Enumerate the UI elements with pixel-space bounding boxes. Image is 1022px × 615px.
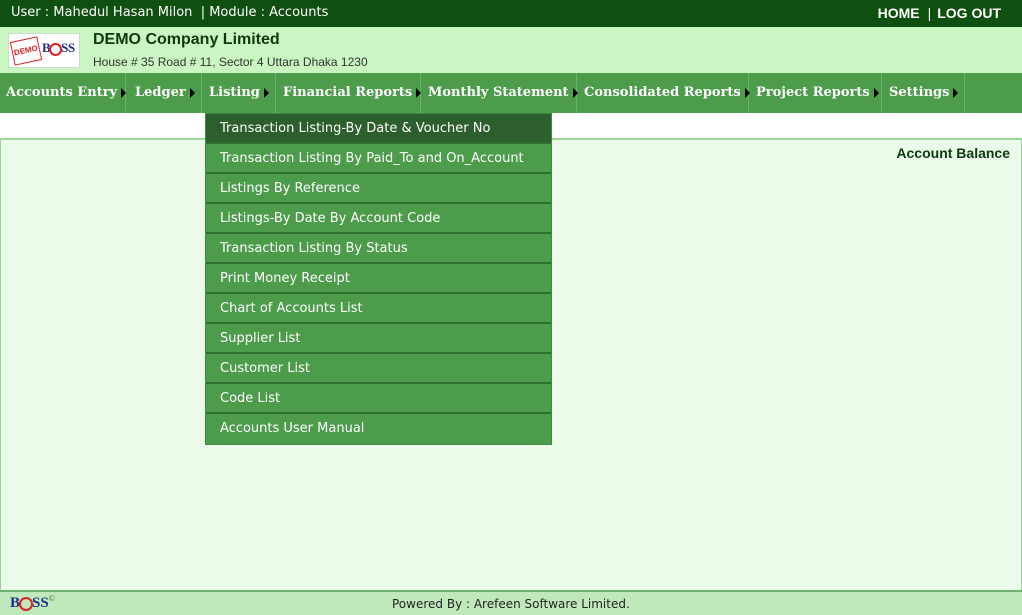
menu-project-reports[interactable]: Project Reports	[749, 73, 882, 113]
home-link[interactable]: HOME	[878, 5, 920, 21]
submenu-arrow-icon	[873, 87, 879, 98]
menu-financial-reports[interactable]: Financial Reports	[276, 73, 422, 113]
menu-listing[interactable]: Listing	[202, 73, 276, 113]
menu-settings[interactable]: Settings	[882, 73, 965, 113]
submenu-arrow-icon	[189, 87, 195, 98]
top-links: HOME | LOG OUT	[878, 5, 1001, 21]
menu-ledger[interactable]: Ledger	[126, 73, 202, 113]
menu-label: Listing	[209, 85, 260, 100]
menu-label: Project Reports	[756, 85, 870, 100]
footer-boss-logo: B SS©	[10, 594, 55, 611]
menu-consolidated-reports[interactable]: Consolidated Reports	[577, 73, 750, 113]
dropdown-item-user-manual[interactable]: Accounts User Manual	[206, 414, 551, 444]
company-address: House # 35 Road # 11, Sector 4 Uttara Dh…	[93, 55, 368, 69]
account-balance-link[interactable]: Account Balance	[896, 145, 1010, 161]
dropdown-item-chart-of-accounts[interactable]: Chart of Accounts List	[206, 294, 551, 324]
dropdown-item-listings-by-account-code[interactable]: Listings-By Date By Account Code	[206, 204, 551, 234]
dropdown-item-code-list[interactable]: Code List	[206, 384, 551, 414]
listing-dropdown: Transaction Listing-By Date & Voucher No…	[205, 113, 552, 445]
company-name: DEMO Company Limited	[93, 31, 280, 48]
submenu-arrow-icon	[263, 87, 269, 98]
dropdown-item-listings-by-reference[interactable]: Listings By Reference	[206, 174, 551, 204]
dropdown-item-transaction-listing-date-voucher[interactable]: Transaction Listing-By Date & Voucher No	[206, 114, 551, 144]
submenu-arrow-icon	[953, 87, 959, 98]
copyright-mark: ©	[48, 594, 55, 603]
demo-stamp: DEMO	[9, 36, 43, 66]
menu-label: Accounts Entry	[6, 85, 118, 100]
menu-label: Financial Reports	[283, 85, 413, 100]
menu-accounts-entry[interactable]: Accounts Entry	[0, 73, 127, 113]
company-logo: DEMO B SS	[8, 33, 80, 68]
main-menu: Accounts Entry Ledger Listing Financial …	[0, 73, 1022, 113]
top-bar: User : Mahedul Hasan Milon | Module : Ac…	[0, 0, 1022, 27]
menu-label: Ledger	[135, 85, 186, 100]
company-header: DEMO B SS DEMO Company Limited House # 35…	[0, 27, 1022, 73]
menu-label: Consolidated Reports	[584, 85, 741, 100]
footer: B SS© Powered By : Arefeen Software Limit…	[0, 590, 1022, 615]
module-label: | Module : Accounts	[200, 5, 329, 20]
powered-by-text: Powered By : Arefeen Software Limited.	[392, 597, 630, 611]
menu-label: Monthly Statement	[428, 85, 569, 100]
menu-label: Settings	[889, 85, 950, 100]
dropdown-item-supplier-list[interactable]: Supplier List	[206, 324, 551, 354]
menu-monthly-statement[interactable]: Monthly Statement	[421, 73, 578, 113]
dropdown-item-print-money-receipt[interactable]: Print Money Receipt	[206, 264, 551, 294]
dropdown-item-transaction-listing-paid-to[interactable]: Transaction Listing By Paid_To and On_Ac…	[206, 144, 551, 174]
boss-logo: B SS	[42, 40, 75, 56]
user-label: User : Mahedul Hasan Milon	[11, 5, 193, 20]
dropdown-item-transaction-listing-status[interactable]: Transaction Listing By Status	[206, 234, 551, 264]
dropdown-item-customer-list[interactable]: Customer List	[206, 354, 551, 384]
link-separator: |	[927, 5, 932, 21]
logout-link[interactable]: LOG OUT	[937, 5, 1001, 21]
user-module-info: User : Mahedul Hasan Milon | Module : Ac…	[11, 5, 328, 20]
